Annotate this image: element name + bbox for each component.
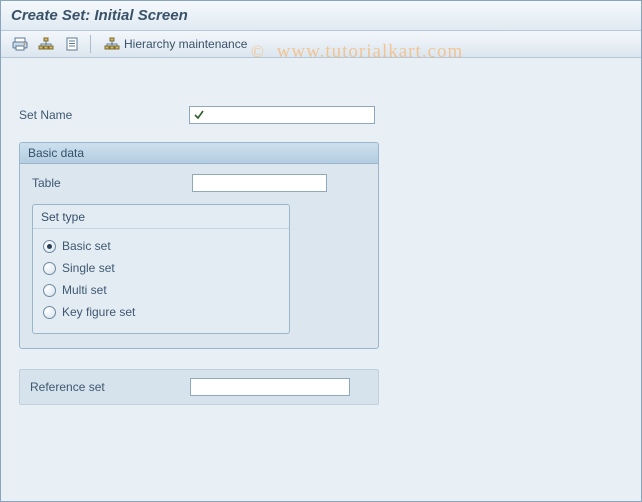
hierarchy-maintenance-button[interactable]: Hierarchy maintenance bbox=[98, 35, 253, 53]
radio-label: Multi set bbox=[62, 283, 107, 297]
table-field-row: Table bbox=[32, 174, 366, 192]
basic-data-groupbox: Basic data Table Set type Basic set Sing… bbox=[19, 142, 379, 349]
set-name-checkbox[interactable] bbox=[189, 106, 207, 124]
radio-single-set[interactable]: Single set bbox=[43, 257, 279, 279]
table-input[interactable] bbox=[192, 174, 327, 192]
reference-set-label: Reference set bbox=[30, 380, 190, 394]
hierarchy-maintenance-label: Hierarchy maintenance bbox=[124, 37, 247, 51]
page-title: Create Set: Initial Screen bbox=[11, 7, 188, 24]
set-type-header: Set type bbox=[33, 205, 289, 229]
print-icon[interactable] bbox=[9, 34, 31, 54]
set-name-label: Set Name bbox=[19, 108, 189, 122]
basic-data-header: Basic data bbox=[20, 143, 378, 164]
title-bar: Create Set: Initial Screen bbox=[1, 1, 641, 31]
toolbar: Hierarchy maintenance bbox=[1, 31, 641, 58]
radio-label: Single set bbox=[62, 261, 115, 275]
radio-multi-set[interactable]: Multi set bbox=[43, 279, 279, 301]
set-type-groupbox: Set type Basic set Single set Multi set bbox=[32, 204, 290, 334]
radio-basic-set[interactable]: Basic set bbox=[43, 235, 279, 257]
radio-label: Key figure set bbox=[62, 305, 135, 319]
content-area: Set Name Basic data Table Set type bbox=[1, 58, 641, 415]
reference-set-input[interactable] bbox=[190, 378, 350, 396]
set-name-input[interactable] bbox=[207, 106, 375, 124]
radio-key-figure-set[interactable]: Key figure set bbox=[43, 301, 279, 323]
radio-icon bbox=[43, 240, 56, 253]
radio-icon bbox=[43, 262, 56, 275]
document-icon[interactable] bbox=[61, 34, 83, 54]
hierarchy-icon[interactable] bbox=[35, 34, 57, 54]
radio-icon bbox=[43, 306, 56, 319]
radio-label: Basic set bbox=[62, 239, 111, 253]
table-label: Table bbox=[32, 176, 192, 190]
reference-set-row: Reference set bbox=[19, 369, 379, 405]
radio-icon bbox=[43, 284, 56, 297]
toolbar-separator bbox=[90, 35, 91, 53]
set-name-row: Set Name bbox=[19, 106, 623, 124]
